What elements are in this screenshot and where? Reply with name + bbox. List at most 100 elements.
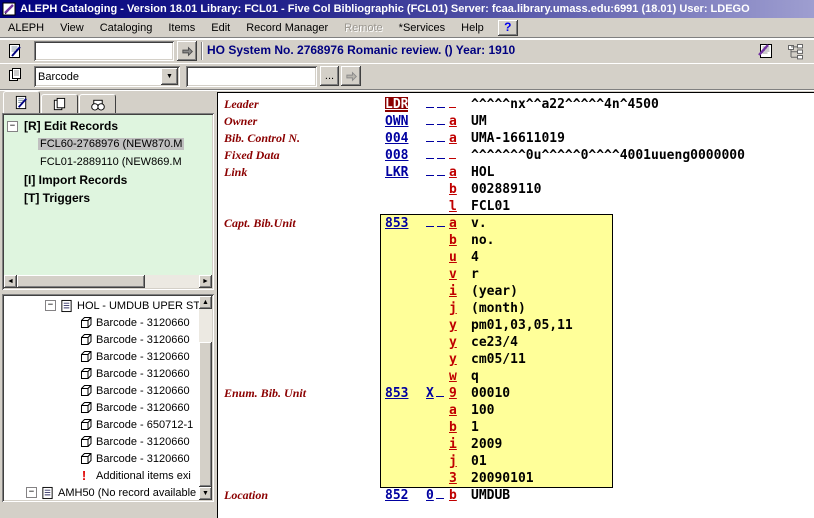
field-indicators[interactable] xyxy=(426,97,450,112)
subfield-code[interactable]: v xyxy=(449,267,467,282)
subfield-code[interactable]: 3 xyxy=(449,471,467,486)
menu-services[interactable]: *Services xyxy=(391,20,453,36)
nav-tree-horizontal-scrollbar[interactable]: ◄ ► xyxy=(4,275,212,288)
subfield-value[interactable]: 00010 xyxy=(471,386,812,401)
tree-item[interactable]: Barcode - 3120660 xyxy=(5,348,199,365)
tree-item[interactable]: FCL01-2889110 (NEW869.M xyxy=(5,153,211,171)
field-tag[interactable]: 008 xyxy=(385,148,425,163)
marc-field-row[interactable]: i 2009 xyxy=(218,437,814,454)
subfield-value[interactable]: 20090101 xyxy=(471,471,812,486)
menu-help[interactable]: Help xyxy=(453,20,492,36)
tree-item[interactable]: Barcode - 3120660 xyxy=(5,331,199,348)
scrollbar-thumb[interactable] xyxy=(17,275,145,288)
marc-field-row[interactable]: Owner OWN a UM xyxy=(218,114,814,131)
menu-aleph[interactable]: ALEPH xyxy=(0,20,52,36)
tree-item[interactable]: Barcode - 3120660 xyxy=(5,433,199,450)
scroll-right-icon[interactable]: ► xyxy=(199,275,212,288)
subfield-code[interactable]: b xyxy=(449,420,467,435)
subfield-value[interactable]: r xyxy=(471,267,812,282)
tree-item[interactable]: Barcode - 3120660 xyxy=(5,365,199,382)
subfield-value[interactable]: 1 xyxy=(471,420,812,435)
marc-field-row[interactable]: Link LKR a HOL xyxy=(218,165,814,182)
marc-field-row[interactable]: j 01 xyxy=(218,454,814,471)
marc-field-row[interactable]: Fixed Data 008 ^^^^^^^0u^^^^^0^^^^4001uu… xyxy=(218,148,814,165)
subfield-code[interactable]: a xyxy=(449,216,467,231)
tab-search[interactable] xyxy=(79,94,116,114)
subfield-value[interactable]: (year) xyxy=(471,284,812,299)
marc-field-row[interactable]: w q xyxy=(218,369,814,386)
tree-item[interactable]: [I] Import Records xyxy=(5,171,211,189)
field-indicators[interactable] xyxy=(426,216,450,231)
subfield-value[interactable]: 2009 xyxy=(471,437,812,452)
tree-item[interactable]: − AMH50 (No record available xyxy=(5,484,199,501)
subfield-value[interactable]: q xyxy=(471,369,812,384)
marc-field-row[interactable]: Enum. Bib. Unit 853 X 9 00010 xyxy=(218,386,814,403)
subfield-value[interactable]: FCL01 xyxy=(471,199,812,214)
scrollbar-track[interactable] xyxy=(145,275,199,288)
subfield-code[interactable]: a xyxy=(449,131,467,146)
subfield-code[interactable]: i xyxy=(449,437,467,452)
item-search-icon-button[interactable] xyxy=(3,65,27,85)
help-question-button[interactable]: ? xyxy=(498,20,518,36)
marc-field-row[interactable]: Bib. Control N. 004 a UMA-16611019 xyxy=(218,131,814,148)
marc-field-row[interactable]: l FCL01 xyxy=(218,199,814,216)
subfield-code[interactable]: u xyxy=(449,250,467,265)
subfield-value[interactable]: UMA-16611019 xyxy=(471,131,812,146)
field-tag[interactable]: 853 xyxy=(385,216,425,231)
subfield-code[interactable]: a xyxy=(449,165,467,180)
field-indicators[interactable] xyxy=(426,148,450,163)
field-tag[interactable]: 853 xyxy=(385,386,425,401)
menu-items[interactable]: Items xyxy=(160,20,203,36)
subfield-value[interactable]: UM xyxy=(471,114,812,129)
field-tag[interactable]: 004 xyxy=(385,131,425,146)
tree-item[interactable]: [T] Triggers xyxy=(5,189,211,207)
marc-field-row[interactable]: b 1 xyxy=(218,420,814,437)
subfield-code[interactable]: 9 xyxy=(449,386,467,401)
expand-collapse-icon[interactable]: − xyxy=(45,300,56,311)
subfield-value[interactable]: 01 xyxy=(471,454,812,469)
scroll-down-icon[interactable]: ▼ xyxy=(199,487,212,500)
field-indicators[interactable] xyxy=(426,165,450,180)
expand-collapse-icon[interactable]: − xyxy=(26,487,37,498)
menu-recordmanager[interactable]: Record Manager xyxy=(238,20,336,36)
tree-item[interactable]: FCL60-2768976 (NEW870.M xyxy=(5,135,211,153)
search-go-button[interactable] xyxy=(341,66,361,86)
subfield-value[interactable]: 002889110 xyxy=(471,182,812,197)
tree-item[interactable]: Barcode - 3120660 xyxy=(5,450,199,467)
subfield-value[interactable]: pm01,03,05,11 xyxy=(471,318,812,333)
subfield-code[interactable]: y xyxy=(449,352,467,367)
search-value-input[interactable] xyxy=(186,66,317,87)
subfield-value[interactable]: HOL xyxy=(471,165,812,180)
tree-item[interactable]: Barcode - 3120660 xyxy=(5,314,199,331)
tab-edit-records[interactable] xyxy=(3,91,40,114)
subfield-code[interactable]: a xyxy=(449,403,467,418)
catalog-record-button[interactable] xyxy=(752,41,778,61)
tab-records-list[interactable] xyxy=(41,94,78,114)
scroll-up-icon[interactable]: ▲ xyxy=(199,296,212,309)
edit-record-icon-button[interactable] xyxy=(3,41,27,61)
tree-item[interactable]: ! Additional items exi xyxy=(5,467,199,484)
subfield-value[interactable]: no. xyxy=(471,233,812,248)
subfield-code[interactable]: b xyxy=(449,182,467,197)
marc-field-row[interactable]: b 002889110 xyxy=(218,182,814,199)
subfield-value[interactable]: ^^^^^^^0u^^^^^0^^^^4001uueng0000000 xyxy=(471,148,812,163)
field-indicators[interactable]: X xyxy=(426,386,450,401)
marc-field-row[interactable]: i (year) xyxy=(218,284,814,301)
tree-item[interactable]: Barcode - 650712-1 xyxy=(5,416,199,433)
subfield-code[interactable]: y xyxy=(449,318,467,333)
subfield-code[interactable]: y xyxy=(449,335,467,350)
chevron-down-icon[interactable]: ▼ xyxy=(161,68,178,85)
marc-field-row[interactable]: Location 852 0 b UMDUB xyxy=(218,488,814,505)
subfield-code[interactable]: b xyxy=(449,488,467,503)
marc-field-row[interactable]: Leader LDR ^^^^^nx^^a22^^^^^4n^4500 xyxy=(218,97,814,114)
search-field-combobox[interactable]: Barcode ▼ xyxy=(34,66,180,87)
marc-field-row[interactable]: v r xyxy=(218,267,814,284)
menu-edit[interactable]: Edit xyxy=(203,20,238,36)
field-tag[interactable]: 852 xyxy=(385,488,425,503)
marc-field-row[interactable]: Capt. Bib.Unit 853 a v. xyxy=(218,216,814,233)
tree-item[interactable]: Barcode - 3120660 xyxy=(5,399,199,416)
field-tag[interactable]: OWN xyxy=(385,114,425,129)
subfield-code[interactable]: l xyxy=(449,199,467,214)
marc-field-row[interactable]: j (month) xyxy=(218,301,814,318)
browse-button[interactable]: ... xyxy=(320,66,339,86)
